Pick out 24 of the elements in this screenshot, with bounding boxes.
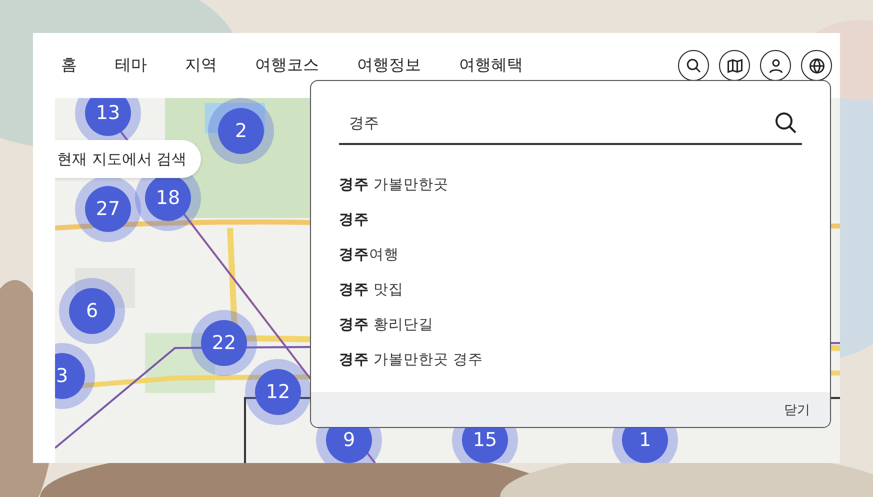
map-button[interactable]	[719, 50, 750, 81]
nav-link[interactable]: 홈	[61, 55, 77, 76]
search-icon	[684, 56, 702, 74]
nav-link[interactable]: 여행코스	[255, 55, 319, 76]
search-suggestion[interactable]: 경주	[339, 202, 802, 237]
search-suggestion[interactable]: 경주 가볼만한곳 경주	[339, 342, 802, 377]
map-icon	[726, 56, 744, 74]
account-button[interactable]	[760, 50, 791, 81]
search-suggestion[interactable]: 경주 가볼만한곳	[339, 167, 802, 202]
language-button[interactable]	[801, 50, 832, 81]
search-map-button[interactable]: 현재 지도에서 검색	[55, 140, 201, 178]
close-button[interactable]: 닫기	[784, 400, 810, 418]
person-icon	[766, 56, 784, 74]
search-icon[interactable]	[774, 111, 798, 135]
nav-link[interactable]: 여행정보	[357, 55, 421, 76]
nav-link[interactable]: 지역	[185, 55, 217, 76]
search-suggestion[interactable]: 경주여행	[339, 237, 802, 272]
nav-link[interactable]: 여행혜택	[459, 55, 523, 76]
globe-icon	[808, 56, 826, 74]
search-suggestion[interactable]: 경주 맛집	[339, 272, 802, 307]
search-field[interactable]: 경주	[339, 103, 802, 145]
nav-link[interactable]: 테마	[115, 55, 147, 76]
search-suggestion[interactable]: 경주 황리단길	[339, 307, 802, 342]
search-button[interactable]	[678, 50, 709, 81]
